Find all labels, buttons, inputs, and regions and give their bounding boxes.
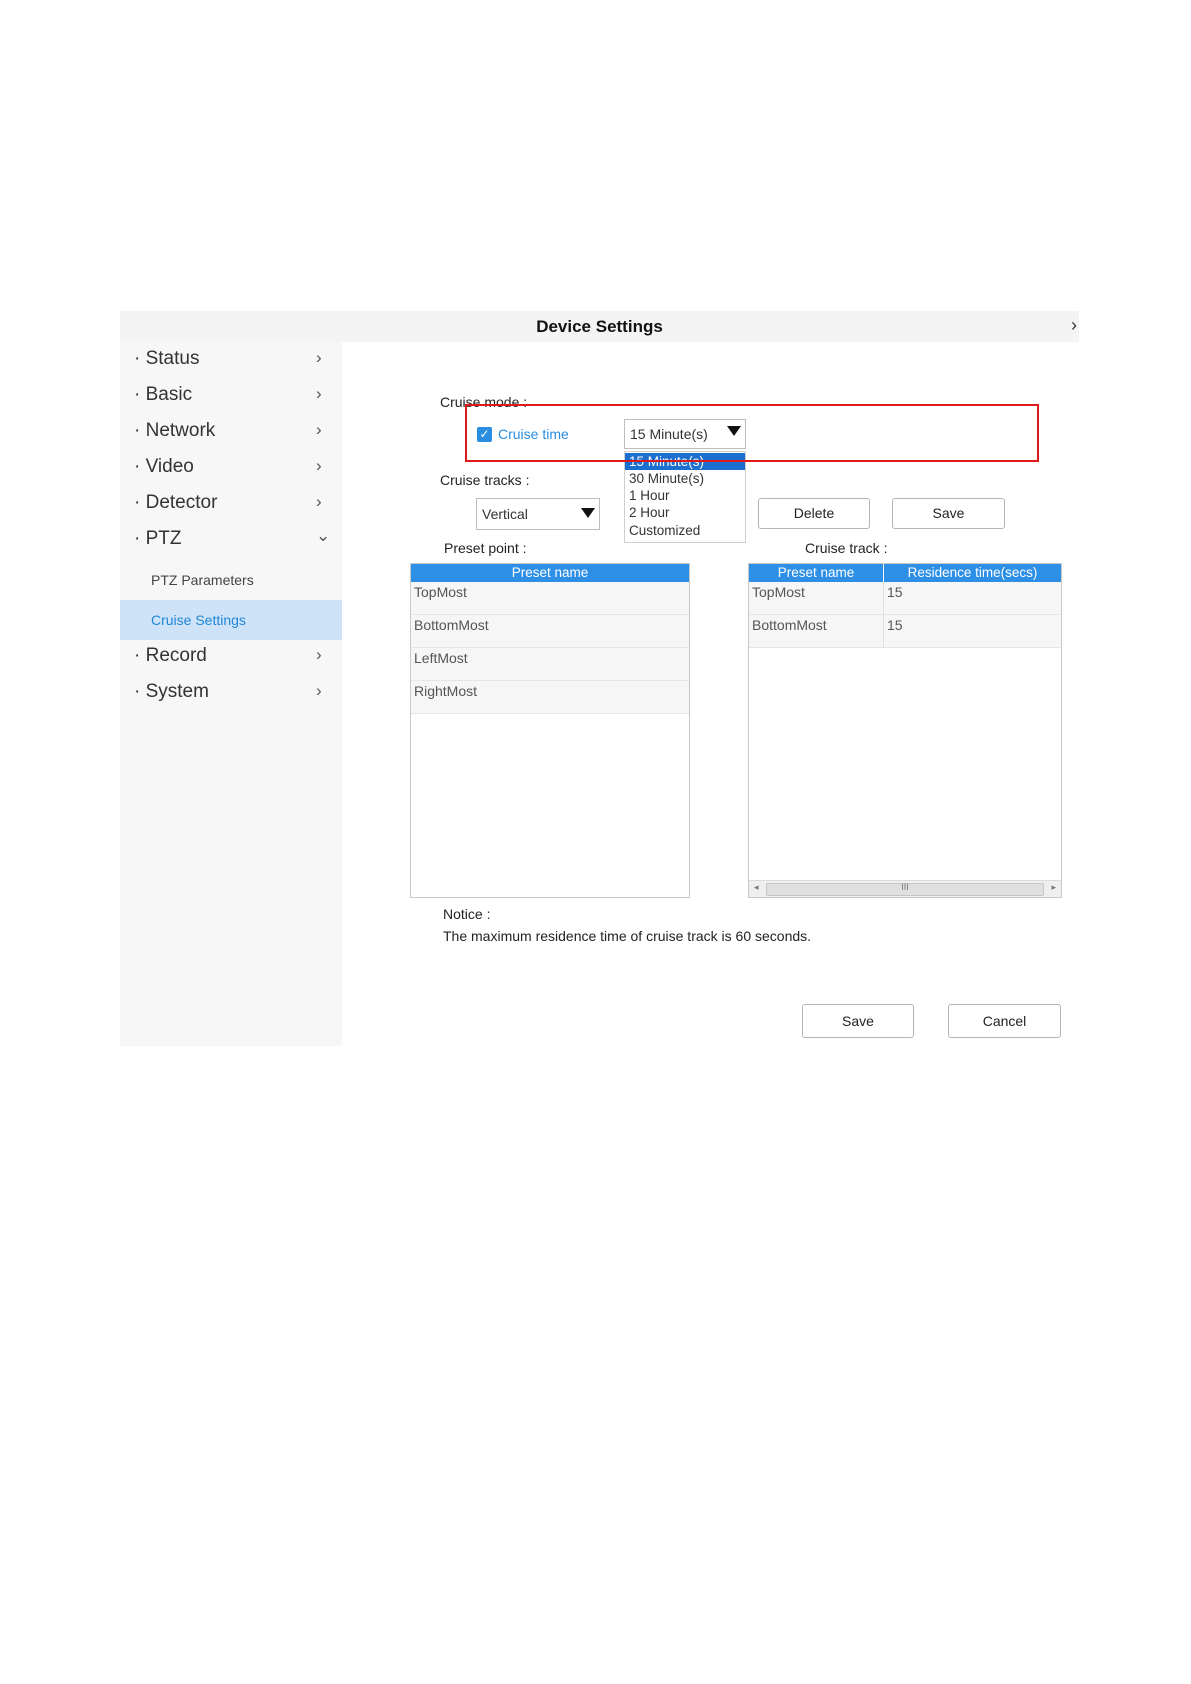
dropdown-option[interactable]: 30 Minute(s) [625,470,745,487]
cruise-track-table: Preset name Residence time(secs) TopMost… [748,563,1062,898]
table-row[interactable]: LeftMost [411,648,689,681]
dropdown-option[interactable]: 1 Hour [625,487,745,504]
sidebar-subitem-cruise-settings[interactable]: Cruise Settings [120,600,342,640]
sidebar-item-record[interactable]: · Record › [120,639,342,673]
table-cell: BottomMost [414,617,489,633]
table-row[interactable]: RightMost [411,681,689,714]
chevron-down-icon: ⌄ [316,526,331,545]
save-button[interactable]: Save [802,1004,914,1038]
chevron-right-icon: › [316,681,322,700]
sidebar: · Status › · Basic › · Network › · Video… [120,342,342,1046]
sidebar-item-status[interactable]: · Status › [120,342,342,376]
cruise-tracks-select[interactable]: Vertical [476,498,600,530]
table-row[interactable]: BottomMost [411,615,689,648]
cruise-tracks-label: Cruise tracks : [440,472,530,488]
scrollbar-thumb[interactable]: III [766,882,1044,896]
sidebar-item-detector[interactable]: · Detector › [120,486,342,520]
chevron-right-icon: › [316,348,322,367]
table-cell: RightMost [414,683,478,699]
preset-table: Preset name TopMost BottomMost LeftMost … [410,563,690,898]
notice-text: The maximum residence time of cruise tra… [443,928,812,944]
sidebar-item-network[interactable]: · Network › [120,414,342,448]
sidebar-item-label: · System [134,681,209,702]
chevron-right-icon: › [316,492,322,511]
table-cell: BottomMost [752,617,827,633]
sidebar-subitem-label: PTZ Parameters [151,572,254,588]
sidebar-item-label: · Record [134,645,207,666]
horizontal-scrollbar[interactable]: ◂ III ▸ [749,880,1061,897]
table-cell: TopMost [414,584,467,600]
dropdown-arrow-icon [581,508,595,518]
track-table-header-time: Residence time(secs) [884,564,1061,582]
title-bar: Device Settings › [120,311,1079,342]
table-cell: 15 [887,584,903,600]
chevron-right-icon: › [316,384,322,403]
page-title: Device Settings [536,317,663,336]
sidebar-subitem-label: Cruise Settings [151,612,246,628]
track-table-header-name: Preset name [749,564,883,582]
sidebar-item-label: · Video [134,456,194,477]
table-cell: LeftMost [414,650,468,666]
dropdown-option[interactable]: 2 Hour [625,504,745,521]
highlight-box [465,404,1039,462]
chevron-right-icon: › [316,645,322,664]
preset-point-label: Preset point : [444,540,527,556]
sidebar-item-label: · Network [134,420,216,441]
table-row[interactable]: TopMost 15 [749,582,1061,615]
cruise-tracks-select-value: Vertical [482,506,528,522]
sidebar-item-label: · Detector [134,492,218,513]
chevron-right-icon: › [316,456,322,475]
dropdown-option[interactable]: Customized [625,522,745,539]
scroll-right-icon[interactable]: ▸ [1051,882,1056,893]
table-cell: 15 [887,617,903,633]
delete-button[interactable]: Delete [758,498,870,529]
table-cell: TopMost [752,584,805,600]
scroll-grip-icon: III [901,882,909,892]
sidebar-item-label: · Basic [134,384,193,405]
sidebar-item-label: · Status [134,348,200,369]
cruise-track-label: Cruise track : [805,540,888,556]
scroll-left-icon[interactable]: ◂ [754,882,759,893]
cancel-button[interactable]: Cancel [948,1004,1061,1038]
sidebar-item-video[interactable]: · Video › [120,450,342,484]
cruise-time-dropdown: 15 Minute(s) 30 Minute(s) 1 Hour 2 Hour … [624,451,746,543]
sidebar-item-label: · PTZ [134,528,182,549]
chevron-right-icon: › [316,420,322,439]
chevron-right-icon[interactable]: › [1071,315,1077,336]
notice-label: Notice : [443,906,491,922]
save-track-button[interactable]: Save [892,498,1005,529]
preset-table-header: Preset name [411,564,689,582]
table-row[interactable]: TopMost [411,582,689,615]
sidebar-item-ptz[interactable]: · PTZ ⌄ [120,522,342,556]
sidebar-item-system[interactable]: · System › [120,675,342,709]
sidebar-item-basic[interactable]: · Basic › [120,378,342,412]
table-row[interactable]: BottomMost 15 [749,615,1061,648]
sidebar-subitem-ptz-parameters[interactable]: PTZ Parameters [120,560,342,600]
column-divider [883,582,884,648]
